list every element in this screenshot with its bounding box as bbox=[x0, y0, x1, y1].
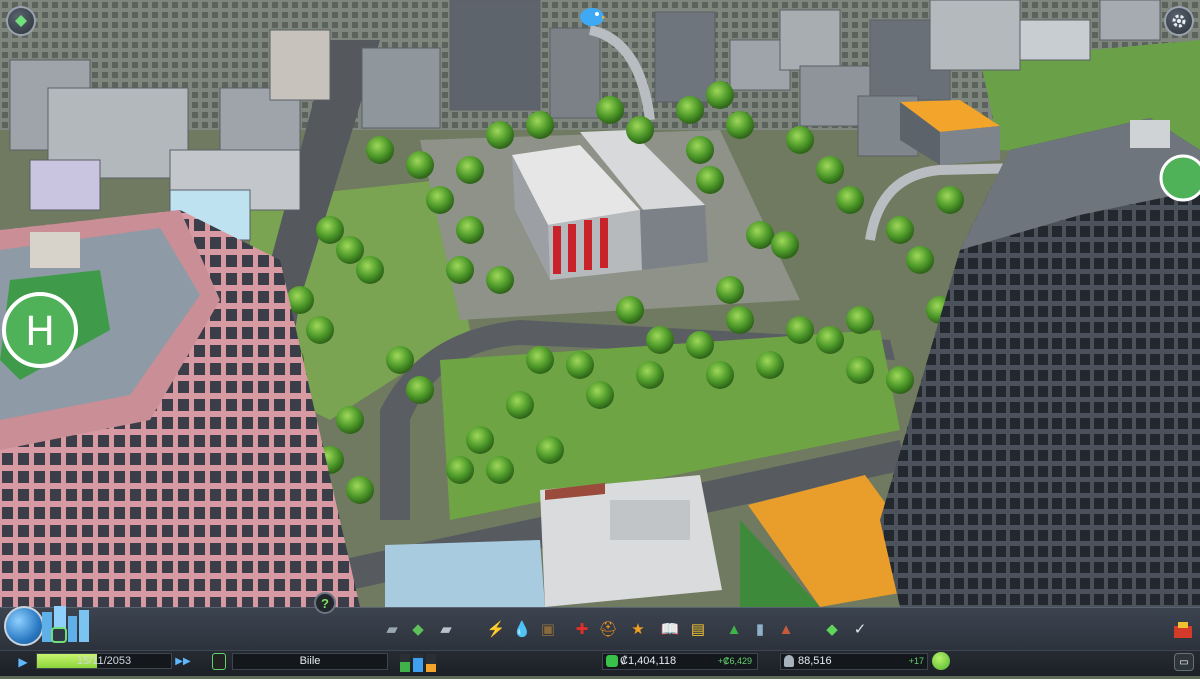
monuments-tool-icon[interactable]: ▲ bbox=[776, 620, 796, 640]
unlocking-progress-icon[interactable] bbox=[1172, 620, 1194, 640]
chirper-toggle-icon[interactable]: ▭ bbox=[1174, 653, 1194, 671]
time-progress-bar: 15/11/2053 bbox=[36, 653, 172, 669]
population-value: 88,516 bbox=[798, 655, 832, 667]
play-icon[interactable]: ▶ bbox=[14, 654, 32, 670]
education-tool-icon[interactable]: 📖 bbox=[660, 620, 680, 640]
public-transport-tool-icon[interactable]: ▤ bbox=[688, 620, 708, 640]
gear-icon[interactable] bbox=[1164, 6, 1194, 36]
speed-icon[interactable]: ▶▶ bbox=[174, 654, 192, 669]
money-delta: +₡6,429 bbox=[717, 656, 752, 666]
city-viewport[interactable]: H bbox=[0, 0, 1200, 607]
svg-text:H: H bbox=[25, 309, 55, 355]
advisor-help-button[interactable]: ? bbox=[314, 592, 336, 614]
population-icon bbox=[784, 655, 794, 667]
parks-tool-icon[interactable]: ▲ bbox=[724, 620, 744, 640]
happiness-icon[interactable] bbox=[932, 652, 950, 670]
healthcare-tool-icon[interactable]: ✚ bbox=[572, 620, 592, 640]
water-tool-icon[interactable]: 💧 bbox=[512, 620, 532, 640]
unique-buildings-tool-icon[interactable]: ▮ bbox=[750, 620, 770, 640]
money-value: ₡1,404,118 bbox=[620, 655, 677, 667]
policies-tool-icon[interactable]: ✓ bbox=[850, 620, 870, 640]
chirper-bird-icon[interactable] bbox=[578, 4, 606, 28]
roads-tool-icon[interactable]: ▰ bbox=[382, 620, 402, 640]
city-info-icon[interactable] bbox=[212, 653, 226, 670]
fire-tool-icon[interactable]: ⛑ bbox=[598, 620, 618, 640]
game-date: 15/11/2053 bbox=[76, 655, 132, 667]
city-name[interactable]: Biile bbox=[232, 653, 388, 670]
population-delta: +17 bbox=[908, 656, 924, 666]
rci-demand-meter[interactable] bbox=[398, 650, 440, 674]
garbage-tool-icon[interactable]: ▣ bbox=[538, 620, 558, 640]
zoning-tool-icon[interactable]: ◆ bbox=[408, 620, 428, 640]
city-overview-icon[interactable] bbox=[38, 604, 94, 644]
police-tool-icon[interactable]: ★ bbox=[628, 620, 648, 640]
zone-info-icon[interactable] bbox=[6, 6, 36, 36]
electricity-tool-icon[interactable]: ⚡ bbox=[486, 620, 506, 640]
economy-tool-icon[interactable]: ◆ bbox=[822, 620, 842, 640]
districts-tool-icon[interactable]: ▰ bbox=[436, 620, 456, 640]
money-icon bbox=[606, 655, 618, 667]
